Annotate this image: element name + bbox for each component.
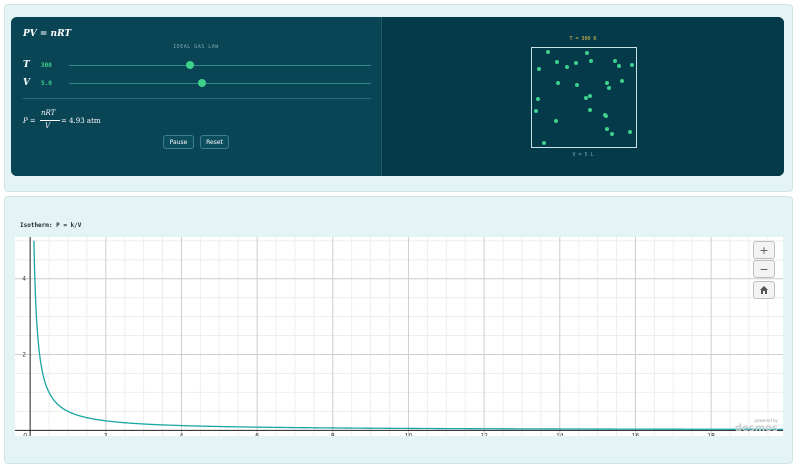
slider-thumb[interactable] — [197, 79, 206, 87]
panel-subtitle: IDEAL GAS LAW — [173, 44, 219, 50]
temperature-value: 300 — [41, 62, 52, 69]
gas-particle — [589, 59, 593, 63]
x-tick-label: 0 — [23, 432, 27, 436]
pressure-numerator: nRT — [41, 109, 56, 117]
particle-field — [534, 50, 634, 145]
pressure-lhs: P = — [23, 117, 36, 125]
fraction-bar — [40, 120, 60, 121]
gas-particle — [628, 130, 632, 134]
x-tick-label: 10 — [405, 432, 413, 436]
gas-particle — [607, 86, 611, 90]
x-tick-label: 18 — [707, 432, 715, 436]
gas-particle — [630, 63, 634, 67]
gas-particle — [546, 50, 550, 54]
gas-particle — [575, 83, 579, 87]
gas-particle — [565, 65, 569, 69]
simulation-panel: PV = nRT IDEAL GAS LAW T 300 V 5.0 P = n… — [11, 17, 784, 176]
gas-particle — [620, 79, 624, 83]
volume-readout: V = 5 L — [572, 152, 594, 158]
temperature-readout: T = 300 K — [569, 36, 597, 42]
gas-particle — [613, 59, 617, 63]
gas-particle — [542, 141, 546, 145]
x-tick-label: 4 — [180, 432, 184, 436]
pressure-denominator: V — [45, 122, 51, 130]
formula-title: PV = nRT — [23, 29, 72, 39]
gas-particle — [584, 96, 588, 100]
gas-container — [531, 47, 637, 148]
gas-particle — [617, 64, 621, 68]
slider-thumb[interactable] — [185, 61, 194, 69]
gas-particle — [604, 114, 608, 118]
gas-particle — [605, 127, 609, 131]
slider-track — [69, 65, 371, 66]
gas-particle — [574, 61, 578, 65]
divider — [23, 98, 371, 99]
zoom-in-button[interactable]: + — [753, 241, 775, 259]
simulation-card: PV = nRT IDEAL GAS LAW T 300 V 5.0 P = n… — [4, 4, 793, 192]
gas-particle — [605, 81, 609, 85]
gas-particle — [585, 51, 589, 55]
x-tick-label: 8 — [331, 432, 335, 436]
pressure-result: = 4.93 atm — [61, 117, 101, 125]
pause-button[interactable]: Pause — [163, 135, 194, 149]
gas-particle — [588, 108, 592, 112]
x-tick-label: 6 — [255, 432, 259, 436]
gas-particle — [534, 109, 538, 113]
graph-card: Isotherm: P = k/V 0 2 4 6 8 10 12 14 16 18 2 4 + − … — [4, 196, 793, 464]
gas-particle — [536, 97, 540, 101]
gas-particle — [555, 60, 559, 64]
particle-view: T = 300 K V = 5 L — [382, 17, 784, 176]
x-tick-label: 14 — [556, 432, 564, 436]
desmos-graph[interactable]: 0 2 4 6 8 10 12 14 16 18 2 4 + − powered by desmos — [15, 237, 783, 436]
gas-particle — [554, 119, 558, 123]
gas-particle — [537, 67, 541, 71]
temperature-label: T — [23, 60, 30, 70]
desmos-logo: desmos — [734, 423, 778, 434]
x-tick-label: 12 — [480, 432, 488, 436]
volume-value: 5.0 — [41, 80, 52, 87]
zoom-out-button[interactable]: − — [753, 260, 775, 278]
home-button[interactable] — [753, 281, 775, 299]
gas-particle — [588, 94, 592, 98]
volume-label: V — [23, 78, 30, 88]
volume-slider[interactable] — [69, 79, 371, 89]
gas-particle — [610, 132, 614, 136]
y-tick-label: 2 — [22, 352, 26, 359]
x-tick-label: 16 — [632, 432, 640, 436]
graph-title: Isotherm: P = k/V — [20, 222, 82, 229]
reset-button[interactable]: Reset — [200, 135, 229, 149]
x-tick-label: 2 — [104, 432, 108, 436]
home-icon — [760, 286, 768, 294]
isotherm-chart[interactable]: 0 2 4 6 8 10 12 14 16 18 2 4 — [15, 237, 783, 436]
y-tick-label: 4 — [22, 276, 26, 283]
gas-particle — [556, 81, 560, 85]
temperature-slider[interactable] — [69, 61, 371, 71]
controls-panel: PV = nRT IDEAL GAS LAW T 300 V 5.0 P = n… — [11, 17, 382, 176]
slider-track — [69, 83, 371, 84]
